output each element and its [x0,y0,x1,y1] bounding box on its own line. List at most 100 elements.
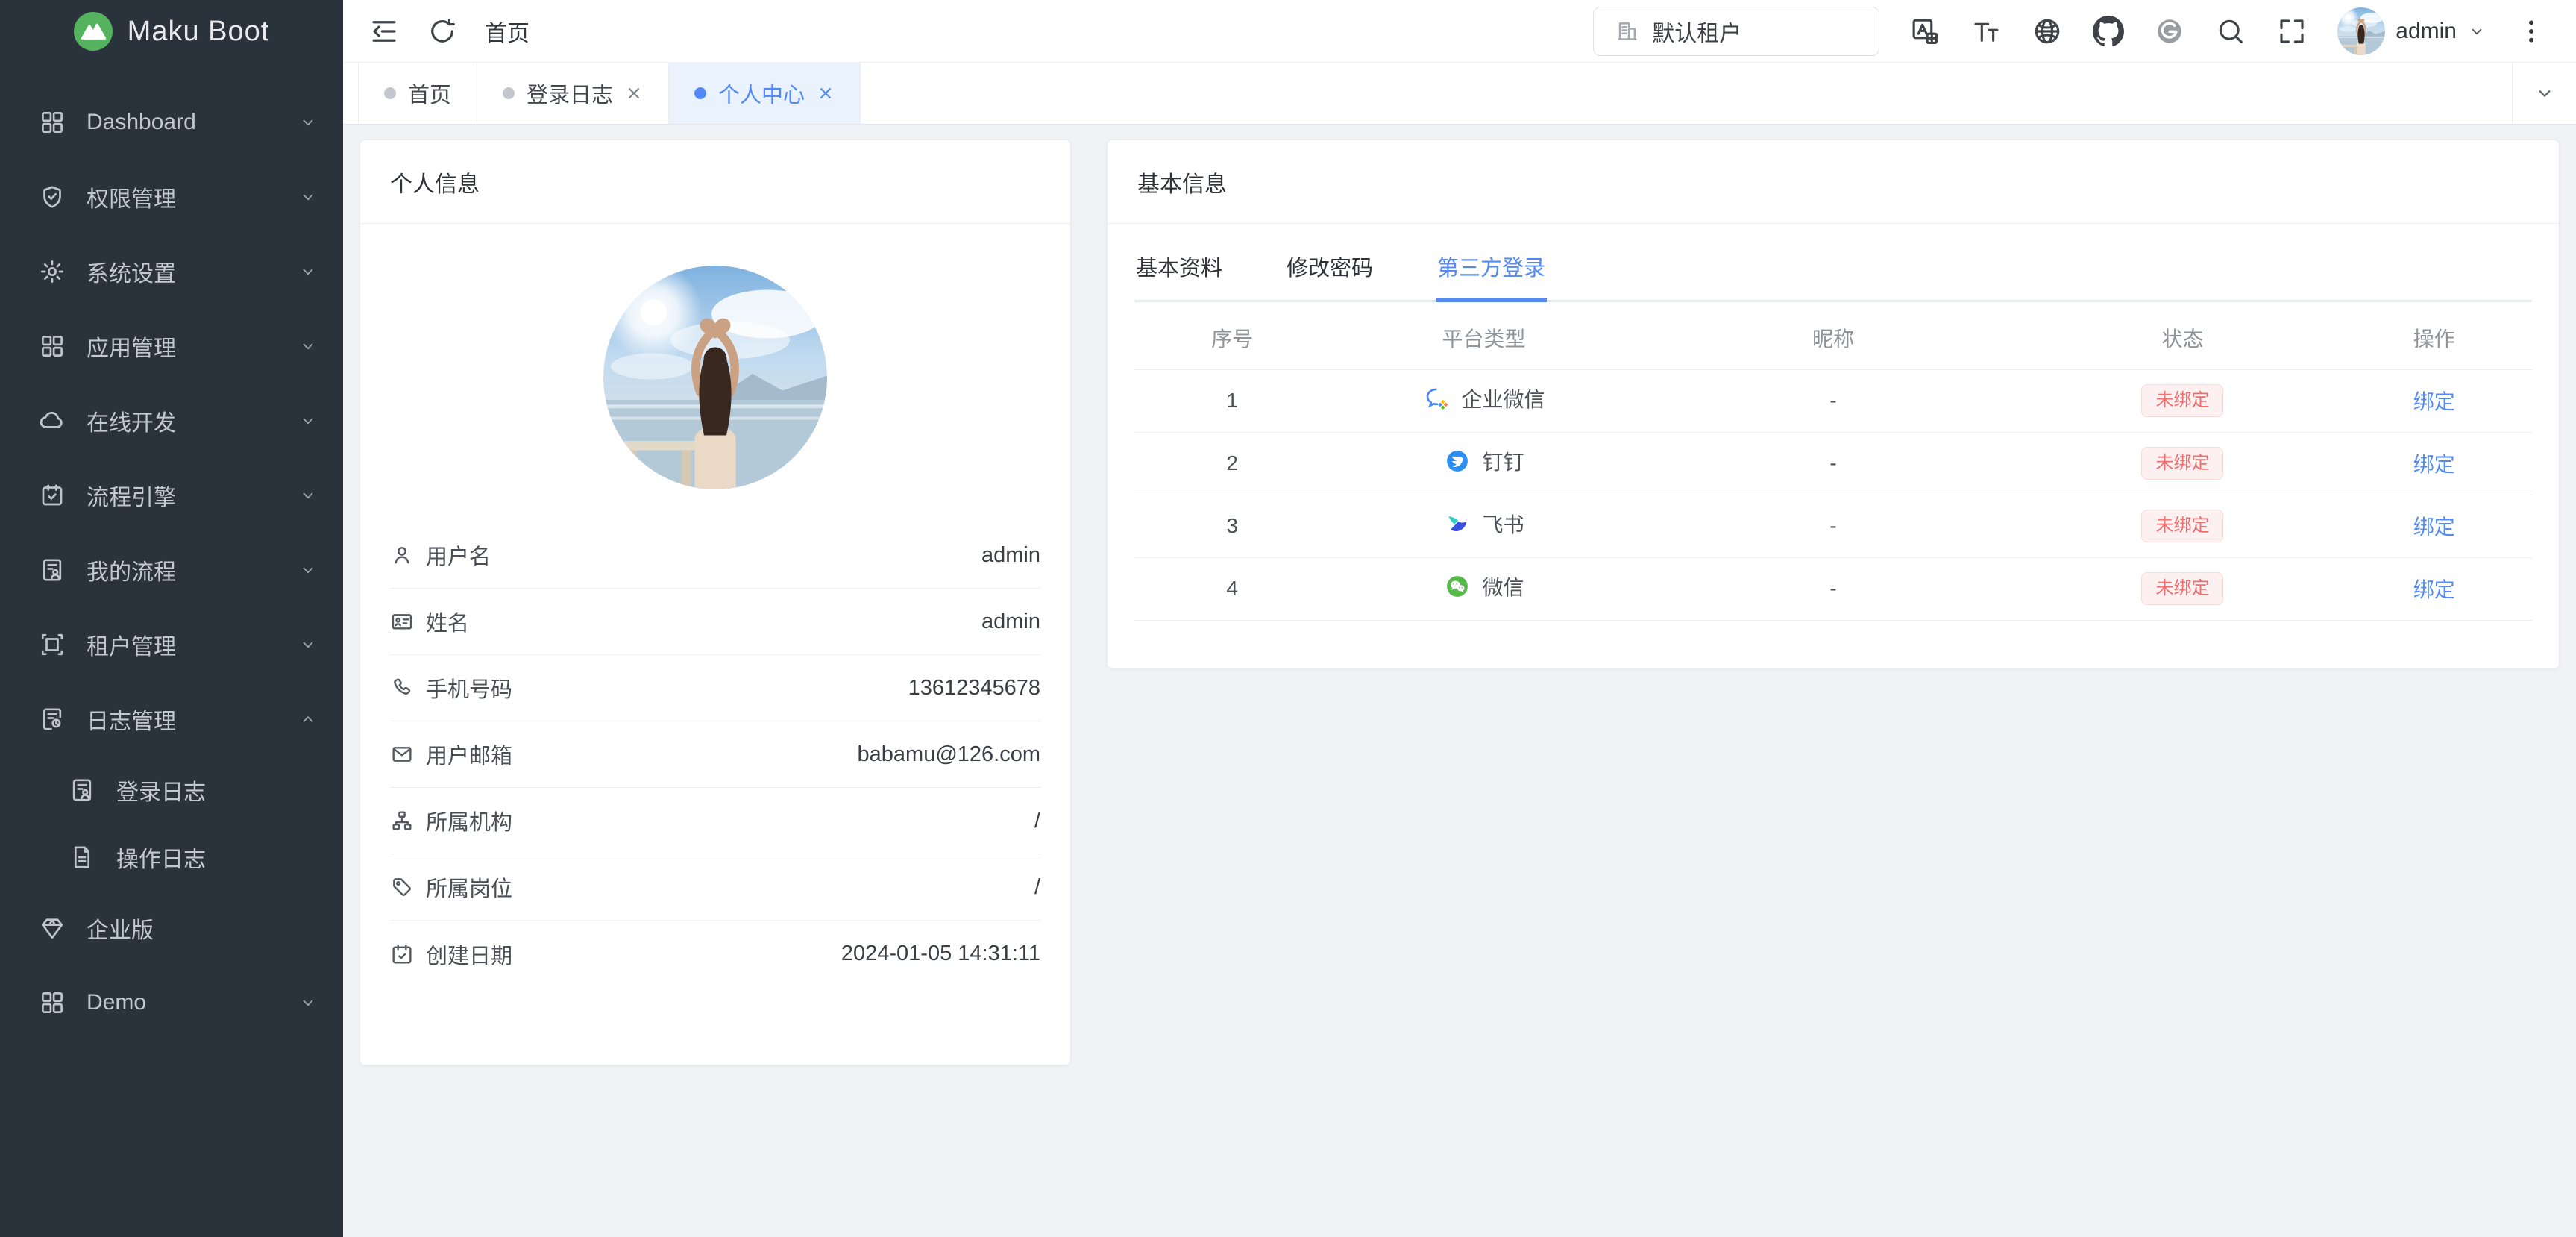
kebab-menu-icon[interactable] [2516,16,2546,46]
profile-field-email: 用户邮箱 babamu@126.com [390,721,1040,788]
gitee-icon[interactable] [2154,16,2185,47]
log-clock-icon [39,706,66,733]
sidebar-item-log-management[interactable]: 日志管理 [0,682,343,757]
profile-field-realname: 姓名 admin [390,589,1040,655]
profile-field-position: 所属岗位 / [390,854,1040,921]
wecom-icon [1422,384,1451,413]
table-row: 2 钉钉 - 未绑定 绑定 [1134,432,2532,495]
field-value: 2024-01-05 14:31:11 [841,942,1040,966]
chevron-down-icon [2533,82,2556,104]
tab-home[interactable]: 首页 [358,63,477,124]
collapse-sidebar-icon[interactable] [368,16,400,47]
profile-avatar[interactable] [603,266,827,489]
tab-personal-center[interactable]: 个人中心 [669,63,861,124]
doc-lines-icon [69,844,95,871]
status-badge: 未绑定 [2141,572,2223,605]
tenant-select[interactable]: 默认租户 [1593,7,1879,56]
field-label: 创建日期 [426,939,512,970]
table-row: 1 企业微信 - 未绑定 绑定 [1134,369,2532,432]
phone-icon [390,676,414,700]
chevron-down-icon [298,486,318,505]
chevron-up-icon [298,710,318,729]
chevron-down-icon [298,262,318,281]
bind-button[interactable]: 绑定 [2413,578,2455,601]
sidebar-item-system-settings[interactable]: 系统设置 [0,234,343,309]
bind-button[interactable]: 绑定 [2413,453,2455,476]
tag-icon [390,875,414,899]
mail-icon [390,742,414,766]
tab-label: 登录日志 [527,78,613,109]
grid-icon [39,109,66,136]
doc-user-icon [69,777,95,804]
sidebar: Maku Boot Dashboard 权限管理 系统设置 应用管理 在线开发 [0,0,343,1237]
field-label: 用户邮箱 [426,739,512,770]
translate-icon[interactable] [1909,16,1941,47]
bind-button[interactable]: 绑定 [2413,390,2455,413]
user-menu[interactable]: admin [2337,7,2487,55]
user-icon [390,543,414,567]
page-content: 个人信息 用户名 admin 姓名 admin 手机号码 136 [343,125,2576,1237]
sidebar-item-enterprise[interactable]: 企业版 [0,891,343,965]
grid-icon [39,989,66,1016]
chevron-down-icon [298,411,318,430]
calendar-check-icon [39,482,66,509]
field-value: / [1034,809,1040,833]
sidebar-item-my-workflow[interactable]: 我的流程 [0,533,343,607]
field-label: 所属机构 [426,805,512,836]
field-value: 13612345678 [908,676,1040,701]
chevron-down-icon [298,560,318,580]
nickname: - [1638,432,2029,495]
bind-button[interactable]: 绑定 [2413,516,2455,539]
field-value: admin [981,610,1040,634]
profile-field-username: 用户名 admin [390,522,1040,589]
status-badge: 未绑定 [2141,384,2223,417]
tabs-dropdown-button[interactable] [2512,63,2576,124]
nickname: - [1638,557,2029,620]
sidebar-item-online-dev[interactable]: 在线开发 [0,383,343,458]
tab-basic-profile[interactable]: 基本资料 [1134,224,1224,300]
mountain-logo-icon [74,12,113,51]
wechat-icon [1443,572,1471,601]
sidebar-item-app-management[interactable]: 应用管理 [0,309,343,383]
search-icon[interactable] [2215,16,2246,47]
basic-info-card: 基本信息 基本资料 修改密码 第三方登录 序号 平台类型 昵称 状态 操作 [1107,140,2560,669]
sidebar-item-demo[interactable]: Demo [0,965,343,1040]
sidebar-item-label: Dashboard [87,110,298,135]
close-icon[interactable] [625,84,643,102]
sidebar-item-operation-log[interactable]: 操作日志 [0,824,343,891]
refresh-icon[interactable] [427,16,458,47]
third-party-table: 序号 平台类型 昵称 状态 操作 1 企业微信 - 未绑定 [1134,307,2532,621]
sidebar-item-permissions[interactable]: 权限管理 [0,160,343,234]
sidebar-item-label: 应用管理 [87,330,298,363]
sidebar-item-tenant-management[interactable]: 租户管理 [0,607,343,682]
fullscreen-icon[interactable] [2276,16,2308,47]
globe-icon[interactable] [2032,16,2063,47]
github-icon[interactable] [2093,16,2124,47]
tab-login-log[interactable]: 登录日志 [477,63,669,124]
sidebar-item-workflow-engine[interactable]: 流程引擎 [0,458,343,533]
font-size-icon[interactable] [1970,16,2002,47]
chevron-down-icon [298,336,318,356]
close-icon[interactable] [817,84,835,102]
sidebar-item-label: 登录日志 [116,774,318,807]
field-value: / [1034,875,1040,900]
breadcrumb[interactable]: 首页 [485,15,530,48]
row-index: 2 [1134,432,1330,495]
tab-change-password[interactable]: 修改密码 [1285,224,1375,300]
sidebar-item-login-log[interactable]: 登录日志 [0,757,343,824]
sidebar-item-label: 权限管理 [87,181,298,213]
id-card-icon [390,610,414,633]
profile-fields: 用户名 admin 姓名 admin 手机号码 13612345678 用户邮箱… [390,522,1040,987]
tab-third-party-login[interactable]: 第三方登录 [1436,224,1547,300]
field-label: 姓名 [426,606,469,637]
column-header: 状态 [2029,307,2336,369]
profile-field-phone: 手机号码 13612345678 [390,655,1040,721]
tab-label: 个人中心 [718,78,805,109]
diamond-icon [39,915,66,942]
building-icon [1615,19,1640,44]
column-header: 平台类型 [1330,307,1637,369]
table-row: 4 微信 - 未绑定 绑定 [1134,557,2532,620]
field-label: 用户名 [426,539,491,571]
platform-name: 飞书 [1482,509,1524,539]
sidebar-item-dashboard[interactable]: Dashboard [0,85,343,160]
